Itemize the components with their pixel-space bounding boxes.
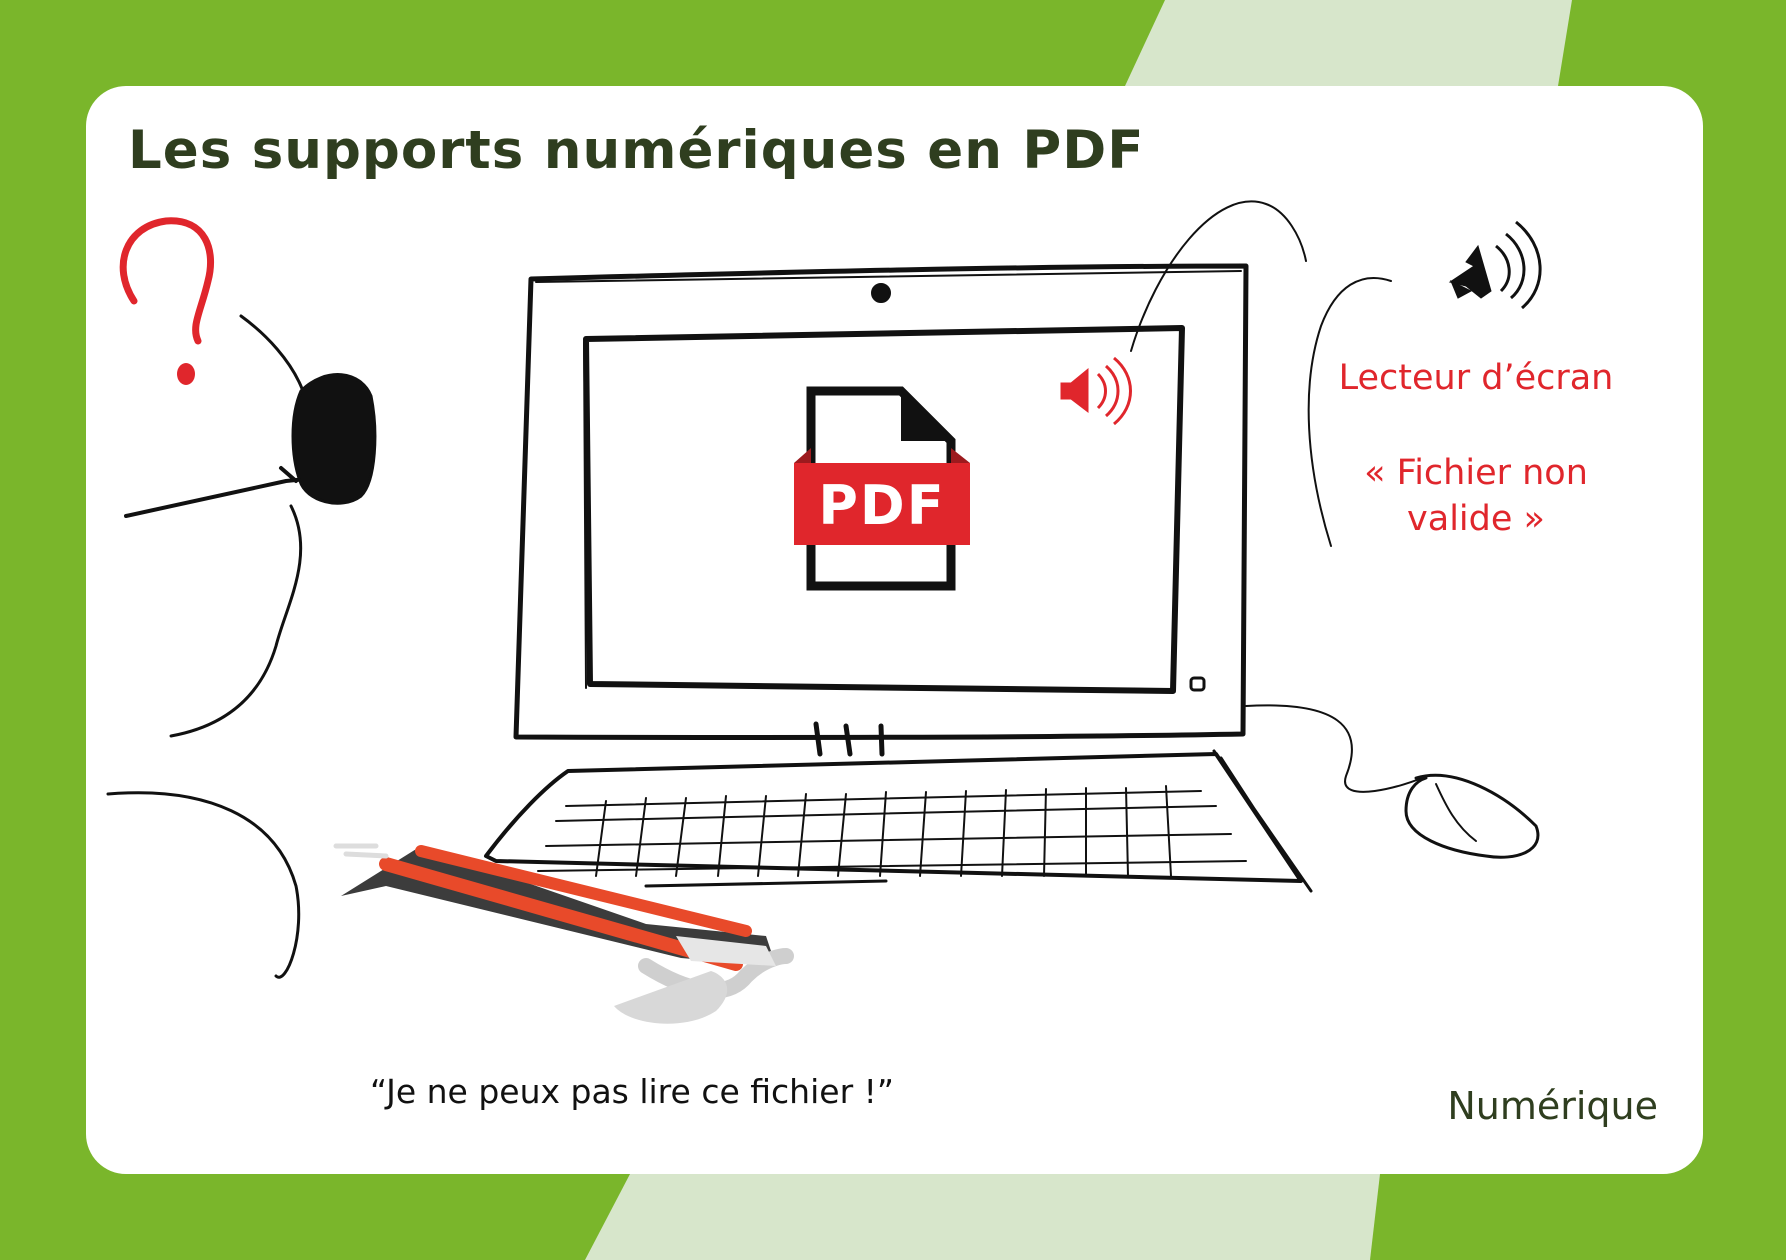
keyboard-icon: [484, 749, 1313, 893]
page-title: Les supports numériques en PDF: [128, 120, 1145, 181]
speaker-icon-screen: [1060, 356, 1132, 426]
card-page: PDF Les supports numériques en PDF Lecte…: [0, 0, 1786, 1260]
quote-caption: “Je ne peux pas lire ce fichier !”: [370, 1072, 894, 1111]
screen-reader-label: Lecteur d’écran: [1338, 358, 1614, 398]
white-card: PDF Les supports numériques en PDF Lecte…: [86, 86, 1703, 1174]
question-mark-icon: [119, 217, 215, 385]
category-label: Numérique: [1447, 1084, 1658, 1128]
pdf-label: PDF: [818, 474, 945, 537]
illustration: PDF: [106, 200, 1542, 1024]
screen-reader-message: « Fichier non valide »: [1326, 450, 1626, 542]
dark-glasses-icon: [279, 373, 377, 505]
speaker-icon: [1448, 220, 1542, 310]
bottom-stripe: [585, 1174, 1380, 1260]
screen-reader-message-line-1: « Fichier non: [1364, 453, 1588, 493]
pdf-file-icon: PDF: [794, 386, 970, 591]
top-stripe: [1125, 0, 1572, 86]
mouse-icon: [1245, 704, 1540, 859]
screen-reader-message-line-2: valide »: [1407, 499, 1545, 539]
